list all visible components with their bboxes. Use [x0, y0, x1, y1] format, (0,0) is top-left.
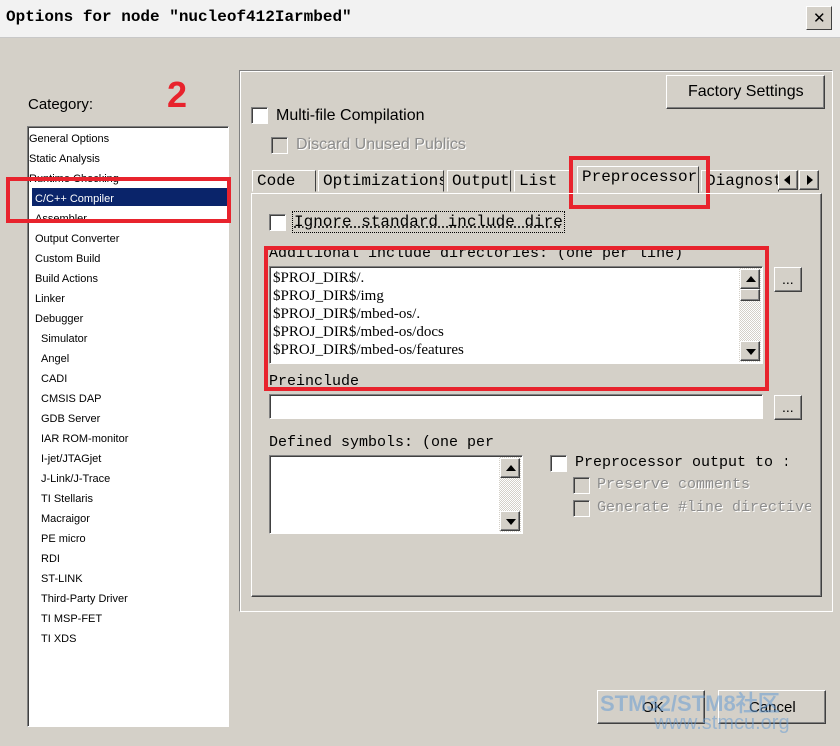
- category-item[interactable]: Linker: [35, 293, 65, 305]
- factory-settings-label: Factory Settings: [688, 83, 804, 100]
- category-item[interactable]: CMSIS DAP: [41, 393, 102, 405]
- title-bar: Options for node "nucleof412Iarmbed" ✕: [0, 0, 840, 38]
- category-item[interactable]: ST-LINK: [41, 573, 83, 585]
- tab-scroll-right[interactable]: [799, 170, 819, 190]
- category-item[interactable]: GDB Server: [41, 413, 100, 425]
- category-item[interactable]: Angel: [41, 353, 69, 365]
- category-item[interactable]: TI Stellaris: [41, 493, 93, 505]
- arrow-left-icon: [784, 175, 790, 185]
- category-item[interactable]: Build Actions: [35, 273, 98, 285]
- discard-unused-checkbox[interactable]: [271, 137, 288, 154]
- defined-symbols-scroll-down[interactable]: [500, 511, 520, 531]
- category-item[interactable]: IAR ROM-monitor: [41, 433, 128, 445]
- arrow-up-icon: [506, 465, 516, 471]
- include-dirs-browse-button[interactable]: ...: [774, 267, 802, 292]
- factory-settings-button[interactable]: Factory Settings: [666, 75, 825, 109]
- watermark-url: www.stmcu.org: [654, 712, 790, 734]
- ignore-std-include-checkbox[interactable]: [269, 214, 286, 231]
- category-item[interactable]: PE micro: [41, 533, 86, 545]
- arrow-right-icon: [807, 175, 813, 185]
- ignore-std-include-label: Ignore standard include dire: [292, 211, 565, 233]
- highlight-box-category: [6, 177, 231, 223]
- preinclude-input[interactable]: [269, 394, 763, 419]
- pp-output-label: Preprocessor output to :: [575, 454, 787, 471]
- category-item[interactable]: Static Analysis: [29, 153, 100, 165]
- category-item[interactable]: Simulator: [41, 333, 87, 345]
- category-item[interactable]: Debugger: [35, 313, 83, 325]
- category-item[interactable]: I-jet/JTAGjet: [41, 453, 101, 465]
- category-item[interactable]: TI XDS: [41, 633, 76, 645]
- browse-label: ...: [782, 271, 794, 287]
- window-title: Options for node "nucleof412Iarmbed": [6, 8, 352, 26]
- category-item[interactable]: TI MSP-FET: [41, 613, 102, 625]
- preserve-comments-checkbox[interactable]: [573, 477, 590, 494]
- preinclude-browse-button[interactable]: ...: [774, 395, 802, 420]
- multi-file-label: Multi-file Compilation: [276, 107, 425, 124]
- highlight-box-include: [264, 246, 769, 391]
- browse-label: ...: [782, 399, 794, 415]
- generate-line-checkbox[interactable]: [573, 500, 590, 517]
- defined-symbols-label: Defined symbols: (one per: [269, 434, 495, 451]
- close-button[interactable]: ✕: [806, 6, 832, 30]
- discard-unused-label: Discard Unused Publics: [296, 136, 466, 153]
- tab-diagnostics[interactable]: Diagnost: [701, 170, 779, 192]
- pp-output-checkbox[interactable]: [550, 455, 567, 472]
- category-item[interactable]: RDI: [41, 553, 60, 565]
- annotation-number: 2: [167, 74, 188, 115]
- category-item[interactable]: CADI: [41, 373, 67, 385]
- tab-code[interactable]: Code: [252, 170, 316, 192]
- tab-scroll-left[interactable]: [778, 170, 798, 190]
- preserve-comments-label: Preserve comments: [597, 476, 751, 493]
- category-label: Category:: [28, 96, 94, 113]
- multi-file-checkbox[interactable]: [251, 107, 268, 124]
- category-item[interactable]: General Options: [29, 133, 109, 145]
- category-item[interactable]: Output Converter: [35, 233, 119, 245]
- arrow-down-icon: [506, 519, 516, 525]
- tab-output[interactable]: Output: [447, 170, 511, 192]
- tab-optimizations[interactable]: Optimizations: [318, 170, 444, 192]
- defined-symbols-textarea[interactable]: [269, 455, 523, 534]
- category-item[interactable]: J-Link/J-Trace: [41, 473, 110, 485]
- generate-line-label: Generate #line directive: [597, 499, 811, 516]
- defined-symbols-scroll-up[interactable]: [500, 458, 520, 478]
- category-item[interactable]: Custom Build: [35, 253, 100, 265]
- category-item[interactable]: Third-Party Driver: [41, 593, 128, 605]
- category-item[interactable]: Macraigor: [41, 513, 90, 525]
- tab-list[interactable]: List: [514, 170, 570, 192]
- close-icon: ✕: [813, 10, 826, 27]
